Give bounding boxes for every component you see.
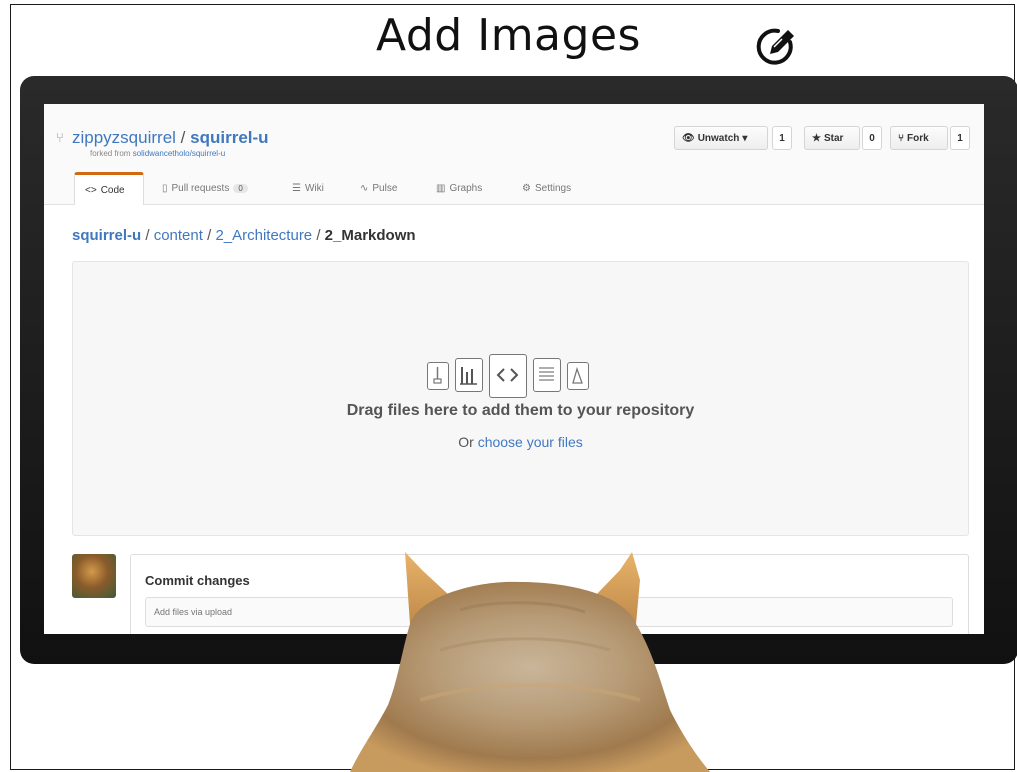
tab-label: Graphs: [449, 182, 483, 194]
pull-request-count: 0: [233, 183, 248, 193]
graph-icon: ▥: [436, 182, 446, 194]
squirrel-image: [350, 552, 710, 772]
fork-count[interactable]: 1: [950, 126, 970, 150]
fork-label: Fork: [907, 132, 929, 144]
forked-from-note: forked from solidwancetholo/squirrel-u: [90, 149, 225, 158]
breadcrumb-sep: /: [316, 227, 321, 244]
forked-from-link[interactable]: solidwancetholo/squirrel-u: [133, 149, 226, 158]
tab-pull-requests[interactable]: ▯ Pull requests 0: [162, 172, 248, 204]
tab-pulse[interactable]: ∿ Pulse: [360, 172, 397, 204]
breadcrumb-sep: /: [207, 227, 212, 244]
wiki-icon: ☰: [292, 182, 301, 194]
star-label: Star: [823, 132, 844, 144]
chevron-down-icon: ▾: [742, 132, 748, 144]
tab-label: Pulse: [372, 182, 398, 194]
dropzone-or: Or: [458, 434, 474, 450]
repo-title: zippyzsquirrel / squirrel-u: [72, 128, 269, 148]
file-type-icons: [427, 354, 627, 398]
tab-label: Pull requests: [171, 182, 230, 194]
star-button[interactable]: ★ Star: [804, 126, 860, 150]
dropzone-alt: Or choose your files: [73, 434, 968, 450]
avatar: [72, 554, 116, 598]
tab-label: Code: [100, 184, 125, 196]
star-count[interactable]: 0: [862, 126, 882, 150]
tab-label: Settings: [534, 182, 572, 194]
tab-label: Wiki: [304, 182, 324, 194]
code-file-icon: [489, 354, 527, 398]
tab-code[interactable]: <> Code: [74, 172, 144, 205]
breadcrumb-root[interactable]: squirrel-u: [72, 227, 141, 244]
eye-icon: 👁: [682, 132, 695, 144]
fork-button[interactable]: ⑂ Fork: [890, 126, 948, 150]
breadcrumb-current: 2_Markdown: [324, 227, 416, 244]
dropzone-instructions: Drag files here to add them to your repo…: [346, 402, 695, 419]
breadcrumb-content[interactable]: content: [154, 227, 203, 244]
file-dropzone[interactable]: Drag files here to add them to your repo…: [72, 261, 969, 536]
tab-wiki[interactable]: ☰ Wiki: [292, 172, 324, 204]
tab-graphs[interactable]: ▥ Graphs: [436, 172, 482, 204]
forked-from-label: forked from: [90, 149, 131, 158]
slide-title: Add Images: [376, 10, 641, 61]
tab-settings[interactable]: ⚙ Settings: [522, 172, 571, 204]
repo-owner-link[interactable]: zippyzsquirrel: [72, 128, 176, 147]
watch-count[interactable]: 1: [772, 126, 792, 150]
pdf-file-icon: [567, 362, 589, 390]
unwatch-button[interactable]: 👁 Unwatch ▾: [674, 126, 768, 150]
unwatch-label: Unwatch: [697, 132, 740, 144]
pull-request-icon: ▯: [162, 182, 168, 194]
breadcrumb-sep: /: [145, 227, 150, 244]
choose-files-link[interactable]: choose your files: [478, 434, 583, 450]
fork-icon: ⑂: [898, 132, 904, 144]
gear-icon: ⚙: [522, 182, 531, 194]
pulse-icon: ∿: [360, 182, 369, 194]
repo-separator: /: [180, 128, 186, 147]
breadcrumb: squirrel-u / content / 2_Architecture / …: [72, 227, 416, 244]
star-icon: ★: [812, 132, 821, 144]
repo-fork-icon: ⑂: [56, 130, 64, 145]
zip-file-icon: [427, 362, 449, 390]
edit-circle-icon: [756, 28, 794, 65]
text-file-icon: [533, 358, 561, 392]
commit-title: Commit changes: [145, 573, 250, 588]
code-icon: <>: [85, 184, 97, 196]
repo-name-link[interactable]: squirrel-u: [190, 128, 268, 147]
repo-header: ⑂ zippyzsquirrel / squirrel-u forked fro…: [44, 104, 984, 205]
breadcrumb-architecture[interactable]: 2_Architecture: [215, 227, 312, 244]
chart-file-icon: [455, 358, 483, 392]
